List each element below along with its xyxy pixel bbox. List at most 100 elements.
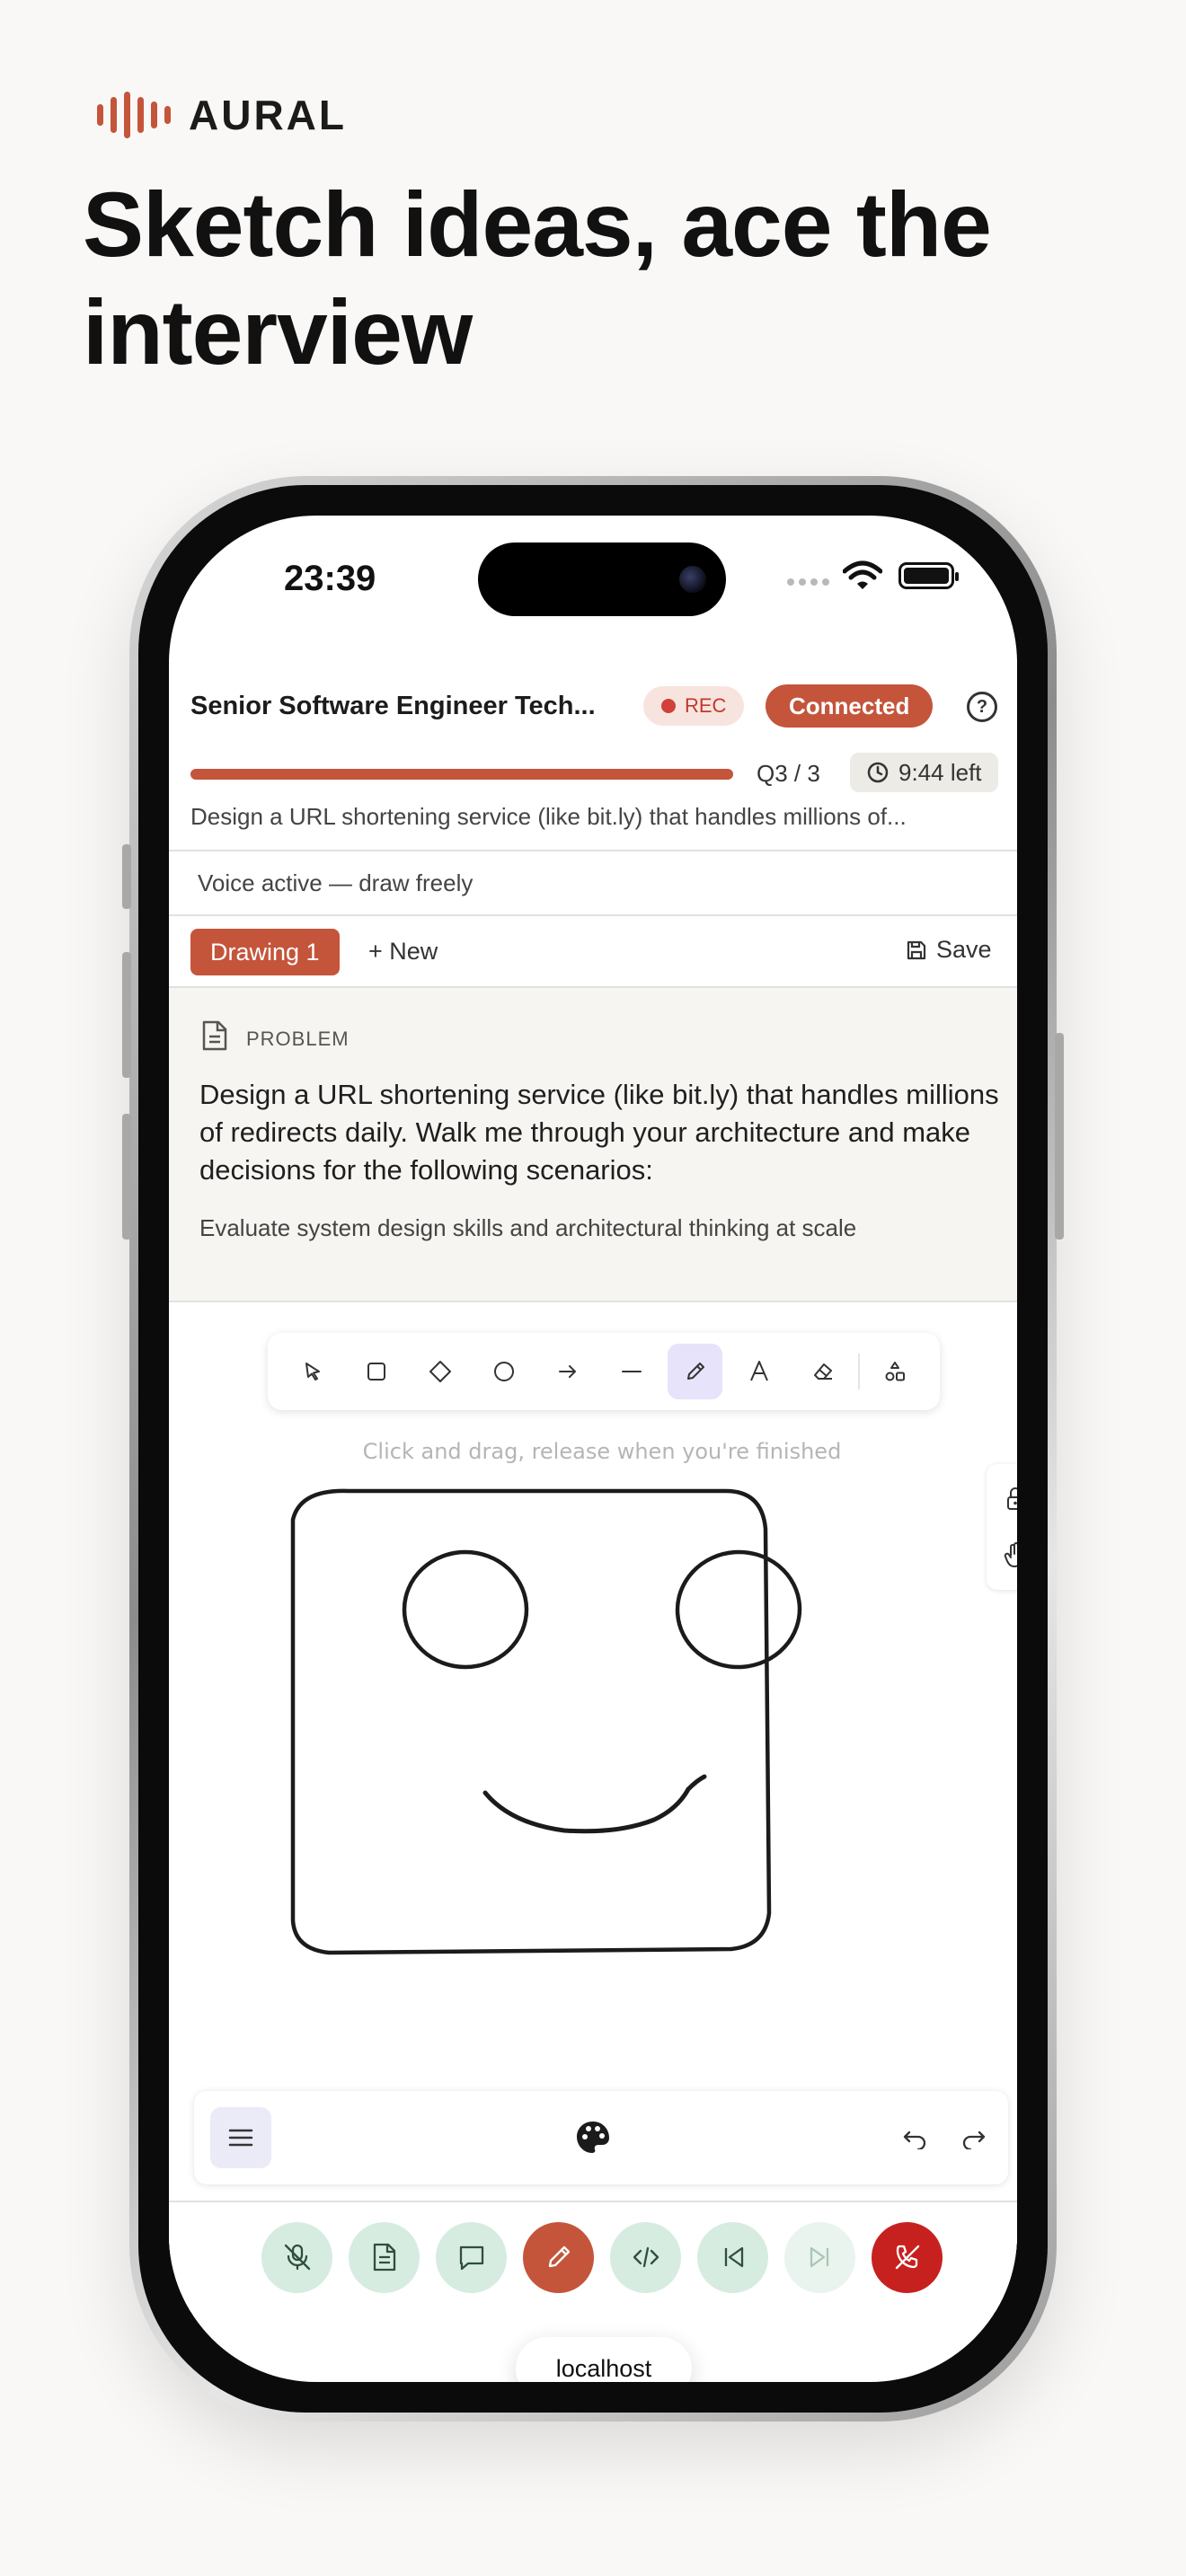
redo-button[interactable] — [951, 2114, 997, 2161]
arrow-tool[interactable] — [540, 1344, 595, 1399]
chat-icon — [459, 2245, 483, 2271]
wifi-icon — [843, 560, 882, 589]
action-button — [122, 844, 131, 909]
drawing-canvas[interactable]: Click and drag, release when you're fini… — [169, 1302, 1017, 2201]
clock-icon — [867, 762, 889, 783]
status-bar: 23:39 — [169, 516, 1017, 659]
sketch-drawing — [290, 1488, 802, 1955]
ellipse-tool[interactable] — [476, 1344, 531, 1399]
more-shapes-tool[interactable] — [868, 1344, 923, 1399]
notes-button[interactable] — [349, 2221, 420, 2293]
eraser-tool[interactable] — [795, 1344, 850, 1399]
document-icon — [202, 1020, 227, 1051]
soundwave-logo-icon — [97, 90, 171, 140]
pencil-icon — [686, 1363, 704, 1380]
chat-button[interactable] — [436, 2221, 507, 2293]
dynamic-island — [478, 543, 726, 616]
code-icon — [633, 2246, 659, 2268]
question-progress-bar — [190, 769, 733, 780]
mic-off-icon — [284, 2244, 310, 2271]
selection-tool[interactable] — [285, 1344, 340, 1399]
help-button[interactable]: ? — [967, 692, 997, 722]
camera-icon — [679, 566, 706, 593]
recording-dot-icon — [661, 699, 676, 713]
recording-label: REC — [685, 694, 727, 717]
mute-button[interactable] — [261, 2221, 332, 2293]
draw-mode-button[interactable] — [523, 2221, 594, 2293]
status-time: 23:39 — [284, 559, 376, 598]
voice-status: Voice active — draw freely — [198, 869, 474, 896]
phone-frame: 23:39 Senior Software Engineer Tech... R… — [122, 476, 1064, 2422]
app-view: Senior Software Engineer Tech... REC Con… — [169, 659, 1017, 2312]
end-call-icon — [895, 2245, 919, 2270]
toolbar-divider — [858, 1354, 860, 1389]
cellular-signal-icon — [787, 578, 829, 586]
volume-up-button — [122, 952, 131, 1078]
diamond-tool[interactable] — [412, 1344, 467, 1399]
problem-label: PROBLEM — [246, 1028, 350, 1050]
progress-fill — [190, 769, 733, 780]
tab-drawing-1[interactable]: Drawing 1 — [190, 929, 340, 975]
rectangle-icon — [367, 1363, 385, 1381]
question-counter: Q3 / 3 — [757, 760, 820, 787]
question-circle-icon: ? — [976, 696, 988, 717]
interview-title: Senior Software Engineer Tech... — [190, 692, 596, 720]
brand-name: AURAL — [189, 92, 347, 138]
cursor-icon — [305, 1363, 320, 1381]
power-button — [1055, 1033, 1064, 1239]
text-icon — [749, 1361, 768, 1381]
undo-button[interactable] — [891, 2114, 938, 2161]
drawing-tabs: Drawing 1 + New Save — [169, 916, 1017, 988]
ellipse-icon — [493, 1362, 514, 1381]
recording-badge: REC — [643, 686, 745, 726]
line-icon — [621, 1371, 642, 1372]
color-palette-button[interactable] — [566, 2111, 620, 2165]
connection-status-badge: Connected — [766, 684, 934, 728]
eraser-icon — [813, 1363, 832, 1380]
draw-tool[interactable] — [668, 1344, 722, 1399]
save-label: Save — [936, 936, 992, 963]
time-remaining: 9:44 left — [898, 758, 982, 786]
code-button[interactable] — [610, 2221, 681, 2293]
canvas-hint: Click and drag, release when you're fini… — [362, 1439, 842, 1464]
previous-icon — [724, 2246, 743, 2268]
problem-subtitle: Evaluate system design skills and archit… — [199, 1214, 857, 1241]
next-question-button[interactable] — [784, 2221, 855, 2293]
rectangle-tool[interactable] — [349, 1344, 403, 1399]
time-remaining-badge: 9:44 left — [850, 753, 998, 792]
hero-headline: Sketch ideas, ace the interview — [83, 173, 992, 384]
redo-icon — [962, 2130, 986, 2149]
shapes-icon — [885, 1362, 906, 1381]
text-tool[interactable] — [731, 1344, 786, 1399]
problem-statement: Design a URL shortening service (like bi… — [199, 1079, 999, 1186]
undo-icon — [903, 2130, 926, 2149]
sketch-right-eye — [675, 1549, 802, 1670]
previous-question-button[interactable] — [697, 2221, 768, 2293]
shape-toolbar — [268, 1333, 940, 1410]
save-button[interactable]: Save — [906, 936, 992, 964]
voice-status-bar: Voice active — draw freely — [169, 851, 1017, 916]
line-tool[interactable] — [604, 1344, 659, 1399]
end-call-button[interactable] — [872, 2221, 943, 2293]
menu-icon — [228, 2129, 253, 2147]
problem-teaser[interactable]: Design a URL shortening service (like bi… — [190, 803, 999, 831]
save-icon — [907, 940, 926, 959]
phone-bezel: 23:39 Senior Software Engineer Tech... R… — [138, 485, 1048, 2413]
next-icon — [810, 2246, 828, 2268]
new-drawing-button[interactable]: + New — [368, 938, 438, 966]
browser-url-pill[interactable]: localhost — [516, 2337, 692, 2382]
sketch-left-eye — [402, 1549, 529, 1670]
problem-card: PROBLEM Design a URL shortening service … — [169, 988, 1017, 1302]
pencil-icon — [548, 2245, 570, 2268]
diamond-icon — [429, 1361, 451, 1382]
canvas-bottom-toolbar — [194, 2091, 1008, 2184]
notes-icon — [373, 2243, 395, 2272]
sketch-face-outline — [290, 1488, 772, 1955]
phone-screen: 23:39 Senior Software Engineer Tech... R… — [169, 516, 1017, 2382]
menu-button[interactable] — [210, 2107, 271, 2168]
interview-header: Senior Software Engineer Tech... REC Con… — [169, 659, 1017, 851]
call-controls — [169, 2201, 1017, 2312]
arrow-right-icon — [558, 1365, 576, 1378]
volume-down-button — [122, 1114, 131, 1239]
brand: AURAL — [97, 90, 347, 140]
